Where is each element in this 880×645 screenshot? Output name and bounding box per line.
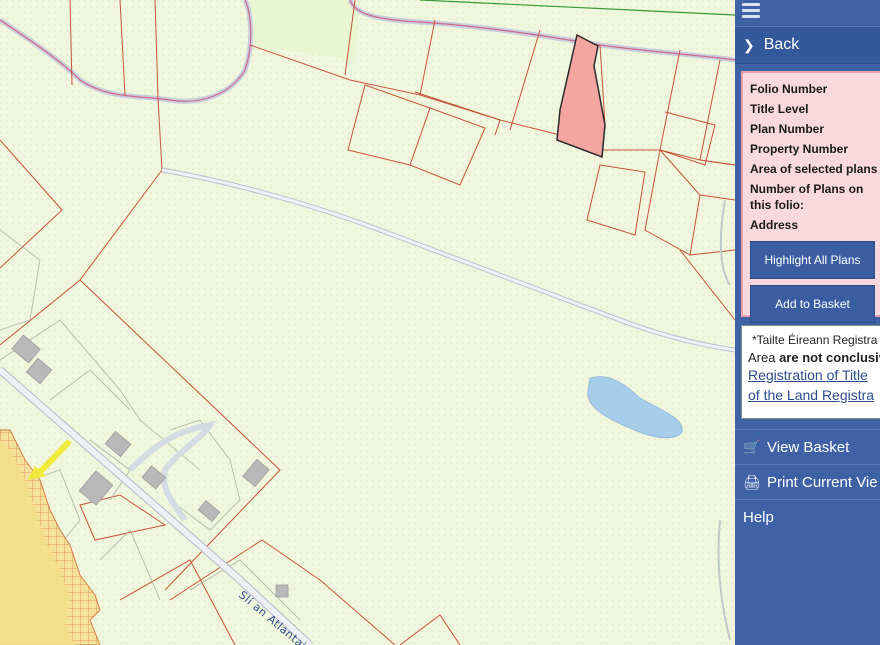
view-basket-label: View Basket: [767, 438, 850, 456]
printer-icon: 🖨: [743, 473, 761, 490]
back-label: Back: [763, 36, 800, 53]
chevron-right-icon: ❯: [743, 36, 755, 53]
property-number-label: Property Number: [750, 142, 849, 156]
view-basket-button[interactable]: 🛒 View Basket: [735, 429, 880, 464]
title-level-label: Title Level: [750, 102, 809, 116]
highlight-all-plans-button[interactable]: Highlight All Plans: [750, 241, 875, 279]
folio-info-card: Folio Number Title Level Plan Number Pro…: [741, 71, 880, 323]
area-selected-plans-label: Area of selected plans: [750, 162, 878, 176]
print-view-label: Print Current Vie: [767, 473, 878, 491]
plan-number-label: Plan Number: [750, 122, 825, 136]
hamburger-menu-icon[interactable]: [742, 3, 760, 19]
registration-of-title-link[interactable]: Registration of Title: [748, 365, 880, 385]
help-label: Help: [743, 508, 774, 526]
shopping-cart-icon: 🛒: [743, 438, 761, 455]
menu-bar: [735, 0, 880, 26]
disclaimer-box: *Tailte Éireann Registra Area are not co…: [741, 325, 880, 419]
help-button[interactable]: Help: [735, 499, 880, 534]
disclaimer-line1: *Tailte Éireann Registra: [752, 333, 878, 347]
map-view[interactable]: Slí an Atlantaig: [0, 0, 735, 645]
disclaimer-line2-bold: are not conclusiv: [779, 350, 880, 365]
land-registry-link[interactable]: of the Land Registra: [748, 385, 880, 405]
print-current-view-button[interactable]: 🖨 Print Current Vie: [735, 464, 880, 499]
folio-number-label: Folio Number: [750, 82, 828, 96]
disclaimer-line2: Area are not conclusiv: [748, 350, 880, 365]
map-canvas[interactable]: Slí an Atlantaig: [0, 0, 735, 645]
disclaimer-line2-prefix: Area: [748, 350, 780, 365]
back-button[interactable]: ❯ Back: [735, 26, 880, 64]
side-panel: ❯ Back Folio Number Title Level Plan Num…: [735, 0, 880, 645]
number-of-plans-label: Number of Plans on this folio:: [750, 182, 864, 212]
address-label: Address: [750, 218, 799, 232]
add-to-basket-button[interactable]: Add to Basket: [750, 285, 875, 323]
